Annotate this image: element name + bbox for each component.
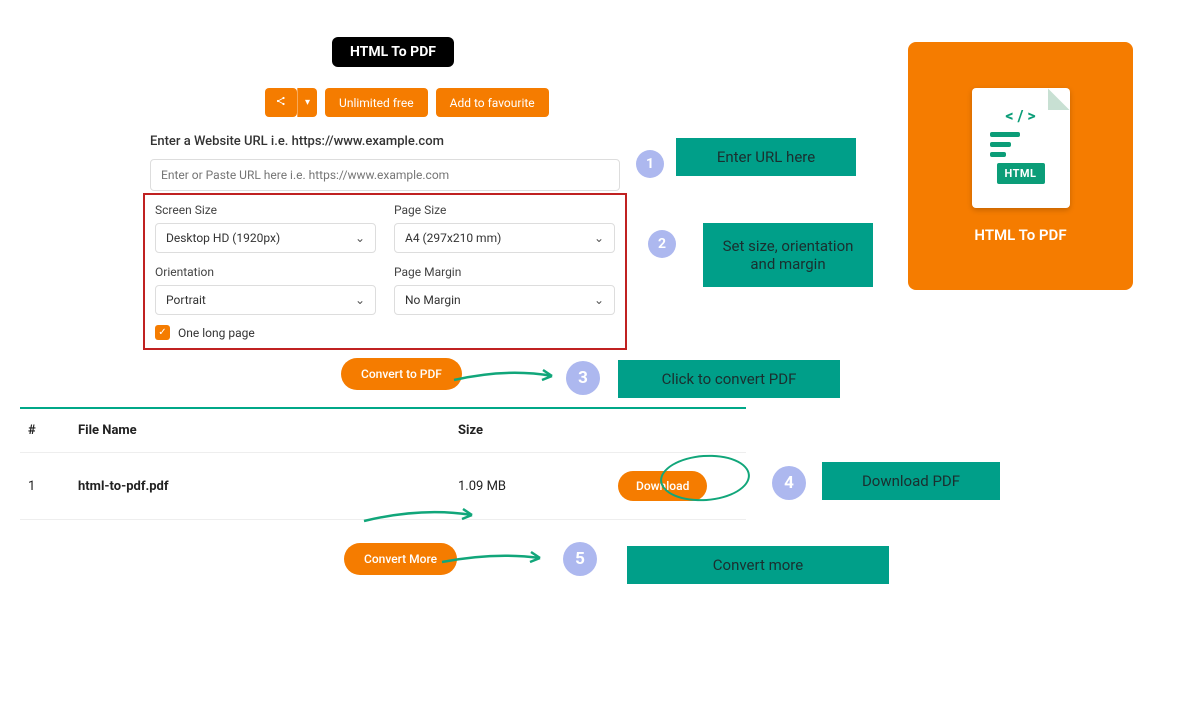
chevron-down-icon: ⌄ bbox=[594, 231, 604, 245]
chevron-down-icon: ⌄ bbox=[594, 293, 604, 307]
annotation-note-1: Enter URL here bbox=[676, 138, 856, 176]
arrow-icon bbox=[452, 362, 562, 396]
table-accent-bar bbox=[20, 407, 746, 409]
unlimited-free-button[interactable]: Unlimited free bbox=[325, 88, 428, 117]
annotation-badge-2: 2 bbox=[648, 230, 676, 258]
screen-size-value: Desktop HD (1920px) bbox=[166, 231, 280, 245]
settings-panel: Screen Size Desktop HD (1920px) ⌄ Page S… bbox=[143, 193, 627, 350]
promo-title: HTML To PDF bbox=[974, 226, 1066, 244]
page-size-value: A4 (297x210 mm) bbox=[405, 231, 501, 245]
one-long-page-label: One long page bbox=[178, 326, 255, 340]
url-label: Enter a Website URL i.e. https://www.exa… bbox=[150, 134, 620, 149]
results-table: # File Name Size 1 html-to-pdf.pdf 1.09 … bbox=[20, 407, 746, 520]
convert-more-button[interactable]: Convert More bbox=[344, 543, 457, 575]
th-filename: File Name bbox=[78, 423, 458, 438]
chevron-down-icon: ⌄ bbox=[355, 293, 365, 307]
annotation-badge-1: 1 bbox=[636, 150, 664, 178]
table-row: 1 html-to-pdf.pdf 1.09 MB Download bbox=[20, 452, 746, 520]
one-long-page-row[interactable]: ✓ One long page bbox=[155, 325, 615, 340]
row-filename: html-to-pdf.pdf bbox=[78, 479, 458, 494]
orientation-value: Portrait bbox=[166, 293, 206, 307]
annotation-badge-3: 3 bbox=[566, 361, 600, 395]
page-margin-value: No Margin bbox=[405, 293, 461, 307]
tool-title-pill: HTML To PDF bbox=[332, 37, 454, 67]
annotation-note-4: Download PDF bbox=[822, 462, 1000, 500]
one-long-page-checkbox[interactable]: ✓ bbox=[155, 325, 170, 340]
row-size: 1.09 MB bbox=[458, 479, 618, 494]
th-number: # bbox=[28, 423, 78, 438]
orientation-label: Orientation bbox=[155, 265, 376, 279]
add-favourite-button[interactable]: Add to favourite bbox=[436, 88, 549, 117]
annotation-badge-5: 5 bbox=[563, 542, 597, 576]
screen-size-label: Screen Size bbox=[155, 203, 376, 217]
code-icon: < / > bbox=[1005, 106, 1035, 125]
annotation-note-3: Click to convert PDF bbox=[618, 360, 840, 398]
promo-card: < / > HTML HTML To PDF bbox=[908, 42, 1133, 290]
annotation-note-2: Set size, orientation and margin bbox=[703, 223, 873, 287]
annotation-badge-4: 4 bbox=[772, 466, 806, 500]
download-button[interactable]: Download bbox=[618, 471, 707, 501]
table-header-row: # File Name Size bbox=[20, 419, 746, 452]
convert-pdf-button[interactable]: Convert to PDF bbox=[341, 358, 462, 390]
orientation-select[interactable]: Portrait ⌄ bbox=[155, 285, 376, 315]
page-size-label: Page Size bbox=[394, 203, 615, 217]
promo-file-badge: HTML bbox=[996, 163, 1044, 184]
chevron-down-icon: ⌄ bbox=[355, 231, 365, 245]
th-size: Size bbox=[458, 423, 618, 438]
url-form: Enter a Website URL i.e. https://www.exa… bbox=[150, 134, 620, 191]
annotation-note-5: Convert more bbox=[627, 546, 889, 584]
page-size-select[interactable]: A4 (297x210 mm) ⌄ bbox=[394, 223, 615, 253]
page-margin-label: Page Margin bbox=[394, 265, 615, 279]
url-input[interactable] bbox=[150, 159, 620, 191]
share-button[interactable] bbox=[265, 88, 297, 117]
promo-file-icon: < / > HTML bbox=[972, 88, 1070, 208]
screen-size-select[interactable]: Desktop HD (1920px) ⌄ bbox=[155, 223, 376, 253]
header-actions: ▾ Unlimited free Add to favourite bbox=[265, 88, 549, 117]
row-number: 1 bbox=[28, 479, 78, 494]
page-margin-select[interactable]: No Margin ⌄ bbox=[394, 285, 615, 315]
share-icon bbox=[275, 95, 287, 107]
share-dropdown-toggle[interactable]: ▾ bbox=[297, 88, 317, 117]
